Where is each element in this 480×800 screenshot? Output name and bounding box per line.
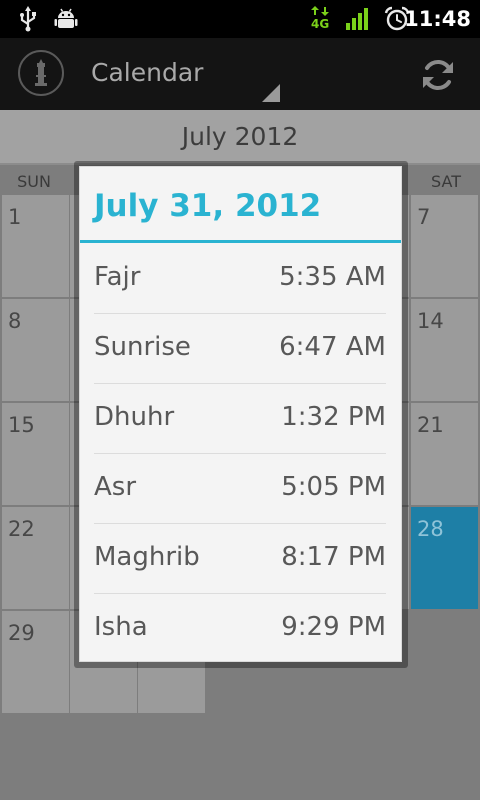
- day-cell-selected[interactable]: 28: [411, 507, 478, 609]
- status-clock: 11:48: [404, 7, 471, 31]
- signal-icon: [346, 8, 368, 30]
- action-bar: Calendar: [0, 38, 480, 110]
- network-4g-icon: 4G: [310, 6, 330, 32]
- day-number: 1: [8, 205, 22, 229]
- prayer-name: Asr: [94, 472, 137, 502]
- prayer-row-fajr[interactable]: Fajr 5:35 AM: [94, 243, 386, 314]
- weekday-sat: SAT: [431, 172, 461, 191]
- day-cell[interactable]: 15: [2, 403, 69, 505]
- prayer-name: Maghrib: [94, 542, 200, 572]
- day-number: 21: [417, 413, 444, 437]
- prayer-name: Dhuhr: [94, 402, 175, 432]
- prayer-row-dhuhr[interactable]: Dhuhr 1:32 PM: [94, 383, 386, 454]
- prayer-row-asr[interactable]: Asr 5:05 PM: [94, 453, 386, 524]
- day-number: 29: [8, 621, 35, 645]
- day-cell[interactable]: 29: [2, 611, 69, 713]
- status-bar: 4G 11:48: [0, 0, 480, 38]
- prayer-time: 8:17 PM: [281, 542, 386, 572]
- month-header: July 2012: [0, 110, 480, 165]
- refresh-icon[interactable]: [419, 56, 457, 94]
- day-number: 28: [417, 517, 444, 541]
- app-logo-icon[interactable]: [18, 50, 64, 96]
- android-debug-icon: [54, 8, 78, 28]
- prayer-row-maghrib[interactable]: Maghrib 8:17 PM: [94, 523, 386, 594]
- day-cell[interactable]: 8: [2, 299, 69, 401]
- dialog-title: July 31, 2012: [94, 188, 322, 224]
- prayer-time: 1:32 PM: [281, 402, 386, 432]
- prayer-time: 5:05 PM: [281, 472, 386, 502]
- day-cell[interactable]: 1: [2, 195, 69, 297]
- prayer-row-isha[interactable]: Isha 9:29 PM: [94, 593, 386, 663]
- prayer-name: Fajr: [94, 262, 141, 292]
- day-number: 7: [417, 205, 431, 229]
- prayer-time: 5:35 AM: [279, 262, 386, 292]
- day-number: 14: [417, 309, 444, 333]
- day-cell[interactable]: 14: [411, 299, 478, 401]
- day-cell[interactable]: 22: [2, 507, 69, 609]
- day-cell[interactable]: 21: [411, 403, 478, 505]
- prayer-times-dialog: July 31, 2012 Fajr 5:35 AM Sunrise 6:47 …: [79, 166, 402, 662]
- weekday-sun: SUN: [17, 172, 51, 191]
- dropdown-triangle-icon[interactable]: [262, 84, 280, 102]
- prayer-time: 9:29 PM: [281, 612, 386, 642]
- prayer-name: Isha: [94, 612, 148, 642]
- month-title: July 2012: [181, 122, 299, 151]
- prayer-row-sunrise[interactable]: Sunrise 6:47 AM: [94, 313, 386, 384]
- prayer-time: 6:47 AM: [279, 332, 386, 362]
- day-number: 15: [8, 413, 35, 437]
- prayer-name: Sunrise: [94, 332, 191, 362]
- usb-icon: [20, 6, 36, 32]
- day-number: 8: [8, 309, 22, 333]
- network-type-label: 4G: [311, 17, 330, 31]
- day-number: 22: [8, 517, 35, 541]
- day-cell[interactable]: 7: [411, 195, 478, 297]
- app-title[interactable]: Calendar: [91, 58, 203, 88]
